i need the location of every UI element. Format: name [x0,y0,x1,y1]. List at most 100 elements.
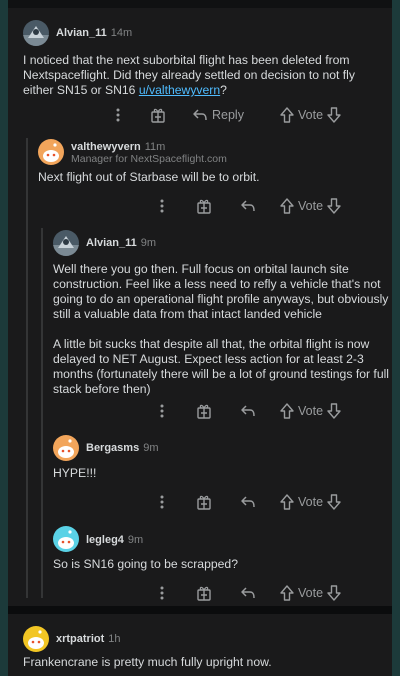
comment-text-end: ? [220,83,227,97]
username[interactable]: legleg4 [86,534,124,546]
timestamp: 9m [140,237,157,249]
award-icon [197,404,211,419]
comment-meta: legleg4 9m [86,534,143,547]
more-options-button[interactable] [158,195,166,217]
vote-control: Vote [280,491,341,513]
more-options-button[interactable] [158,582,166,604]
username[interactable]: Alvian_11 [56,27,107,39]
comment-actions: Vote [158,491,374,513]
more-vertical-icon [160,199,164,213]
reply-arrow-icon [241,496,255,508]
downvote-arrow-icon[interactable] [327,403,341,419]
vote-label: Vote [298,108,324,122]
comment-meta: Alvian_11 14m [56,27,132,40]
upvote-arrow-icon[interactable] [280,198,294,214]
reply-label: Reply [212,108,244,122]
avatar[interactable] [23,626,49,652]
comment-body: Well there you go then. Full focus on or… [53,262,393,397]
more-options-button[interactable] [158,400,166,422]
thread-line-level-2 [41,228,43,598]
avatar[interactable] [23,20,49,46]
reply-arrow-icon [241,587,255,599]
snoo-avatar-icon [53,435,79,461]
reply-arrow-icon [241,405,255,417]
username[interactable]: Alvian_11 [86,237,137,249]
user-flair: Manager for NextSpaceflight.com [71,153,227,165]
vote-control: Vote [280,582,341,604]
vote-label: Vote [298,199,324,213]
username[interactable]: Bergasms [86,442,139,454]
user-photo-icon [53,230,79,256]
award-button[interactable] [196,400,212,422]
downvote-arrow-icon[interactable] [327,107,341,123]
reply-button[interactable]: Reply [192,104,244,126]
reply-button[interactable] [240,195,256,217]
upvote-arrow-icon[interactable] [280,585,294,601]
comment-body: Next flight out of Starbase will be to o… [38,170,260,184]
upvote-arrow-icon[interactable] [280,107,294,123]
reply-button[interactable] [240,400,256,422]
reply-arrow-icon [241,200,255,212]
avatar[interactable] [38,139,64,165]
vote-control: Vote [280,195,341,217]
timestamp: 14m [110,27,133,39]
snoo-avatar-icon [38,139,64,165]
more-vertical-icon [160,586,164,600]
upvote-arrow-icon[interactable] [280,403,294,419]
right-frame [392,0,400,676]
vote-control: Vote [280,400,341,422]
vote-label: Vote [298,495,324,509]
award-icon [197,199,211,214]
comment-body: So is SN16 going to be scrapped? [53,557,238,571]
thread-line-level-1 [26,138,28,598]
comment-body: HYPE!!! [53,466,97,480]
more-options-button[interactable] [158,491,166,513]
snoo-avatar-icon [53,526,79,552]
comment-thread-card: Alvian_11 14m I noticed that the next sub… [8,8,392,606]
award-button[interactable] [150,104,166,126]
award-button[interactable] [196,195,212,217]
comment-actions: Vote [158,582,374,604]
left-frame [0,0,8,676]
comment-actions: Reply Vote [114,104,374,126]
reply-button[interactable] [240,491,256,513]
downvote-arrow-icon[interactable] [327,585,341,601]
timestamp: 9m [143,442,159,454]
award-icon [197,495,211,510]
timestamp: 9m [127,534,144,546]
comment-actions: Vote [158,400,374,422]
vote-control: Vote [280,104,341,126]
vote-label: Vote [298,404,324,418]
username[interactable]: valthewyvern [71,141,141,153]
comment-actions: Vote [158,195,374,217]
comment-body: Frankencrane is pretty much fully uprigh… [23,655,272,669]
snoo-avatar-icon [23,626,49,652]
comment-body: I noticed that the next suborbital fligh… [23,53,383,98]
comment-paragraph: A little bit sucks that despite all that… [53,337,390,396]
timestamp: 1h [108,633,121,645]
comment-meta: Alvian_11 9m [86,237,156,250]
user-photo-icon [23,20,49,46]
comment-meta: Bergasms 9m [86,442,158,455]
top-strip [8,0,392,8]
user-mention-link[interactable]: u/valthewyvern [139,83,220,97]
downvote-arrow-icon[interactable] [327,198,341,214]
timestamp: 11m [144,141,166,153]
username[interactable]: xrtpatriot [56,633,104,645]
award-icon [151,108,165,123]
avatar[interactable] [53,435,79,461]
vote-label: Vote [298,586,324,600]
avatar[interactable] [53,230,79,256]
more-vertical-icon [116,108,120,122]
downvote-arrow-icon[interactable] [327,494,341,510]
upvote-arrow-icon[interactable] [280,494,294,510]
award-icon [197,586,211,601]
comment-meta: xrtpatriot 1h [56,633,121,646]
more-vertical-icon [160,495,164,509]
award-button[interactable] [196,491,212,513]
reply-arrow-icon [193,109,207,121]
reply-button[interactable] [240,582,256,604]
avatar[interactable] [53,526,79,552]
more-options-button[interactable] [114,104,122,126]
award-button[interactable] [196,582,212,604]
